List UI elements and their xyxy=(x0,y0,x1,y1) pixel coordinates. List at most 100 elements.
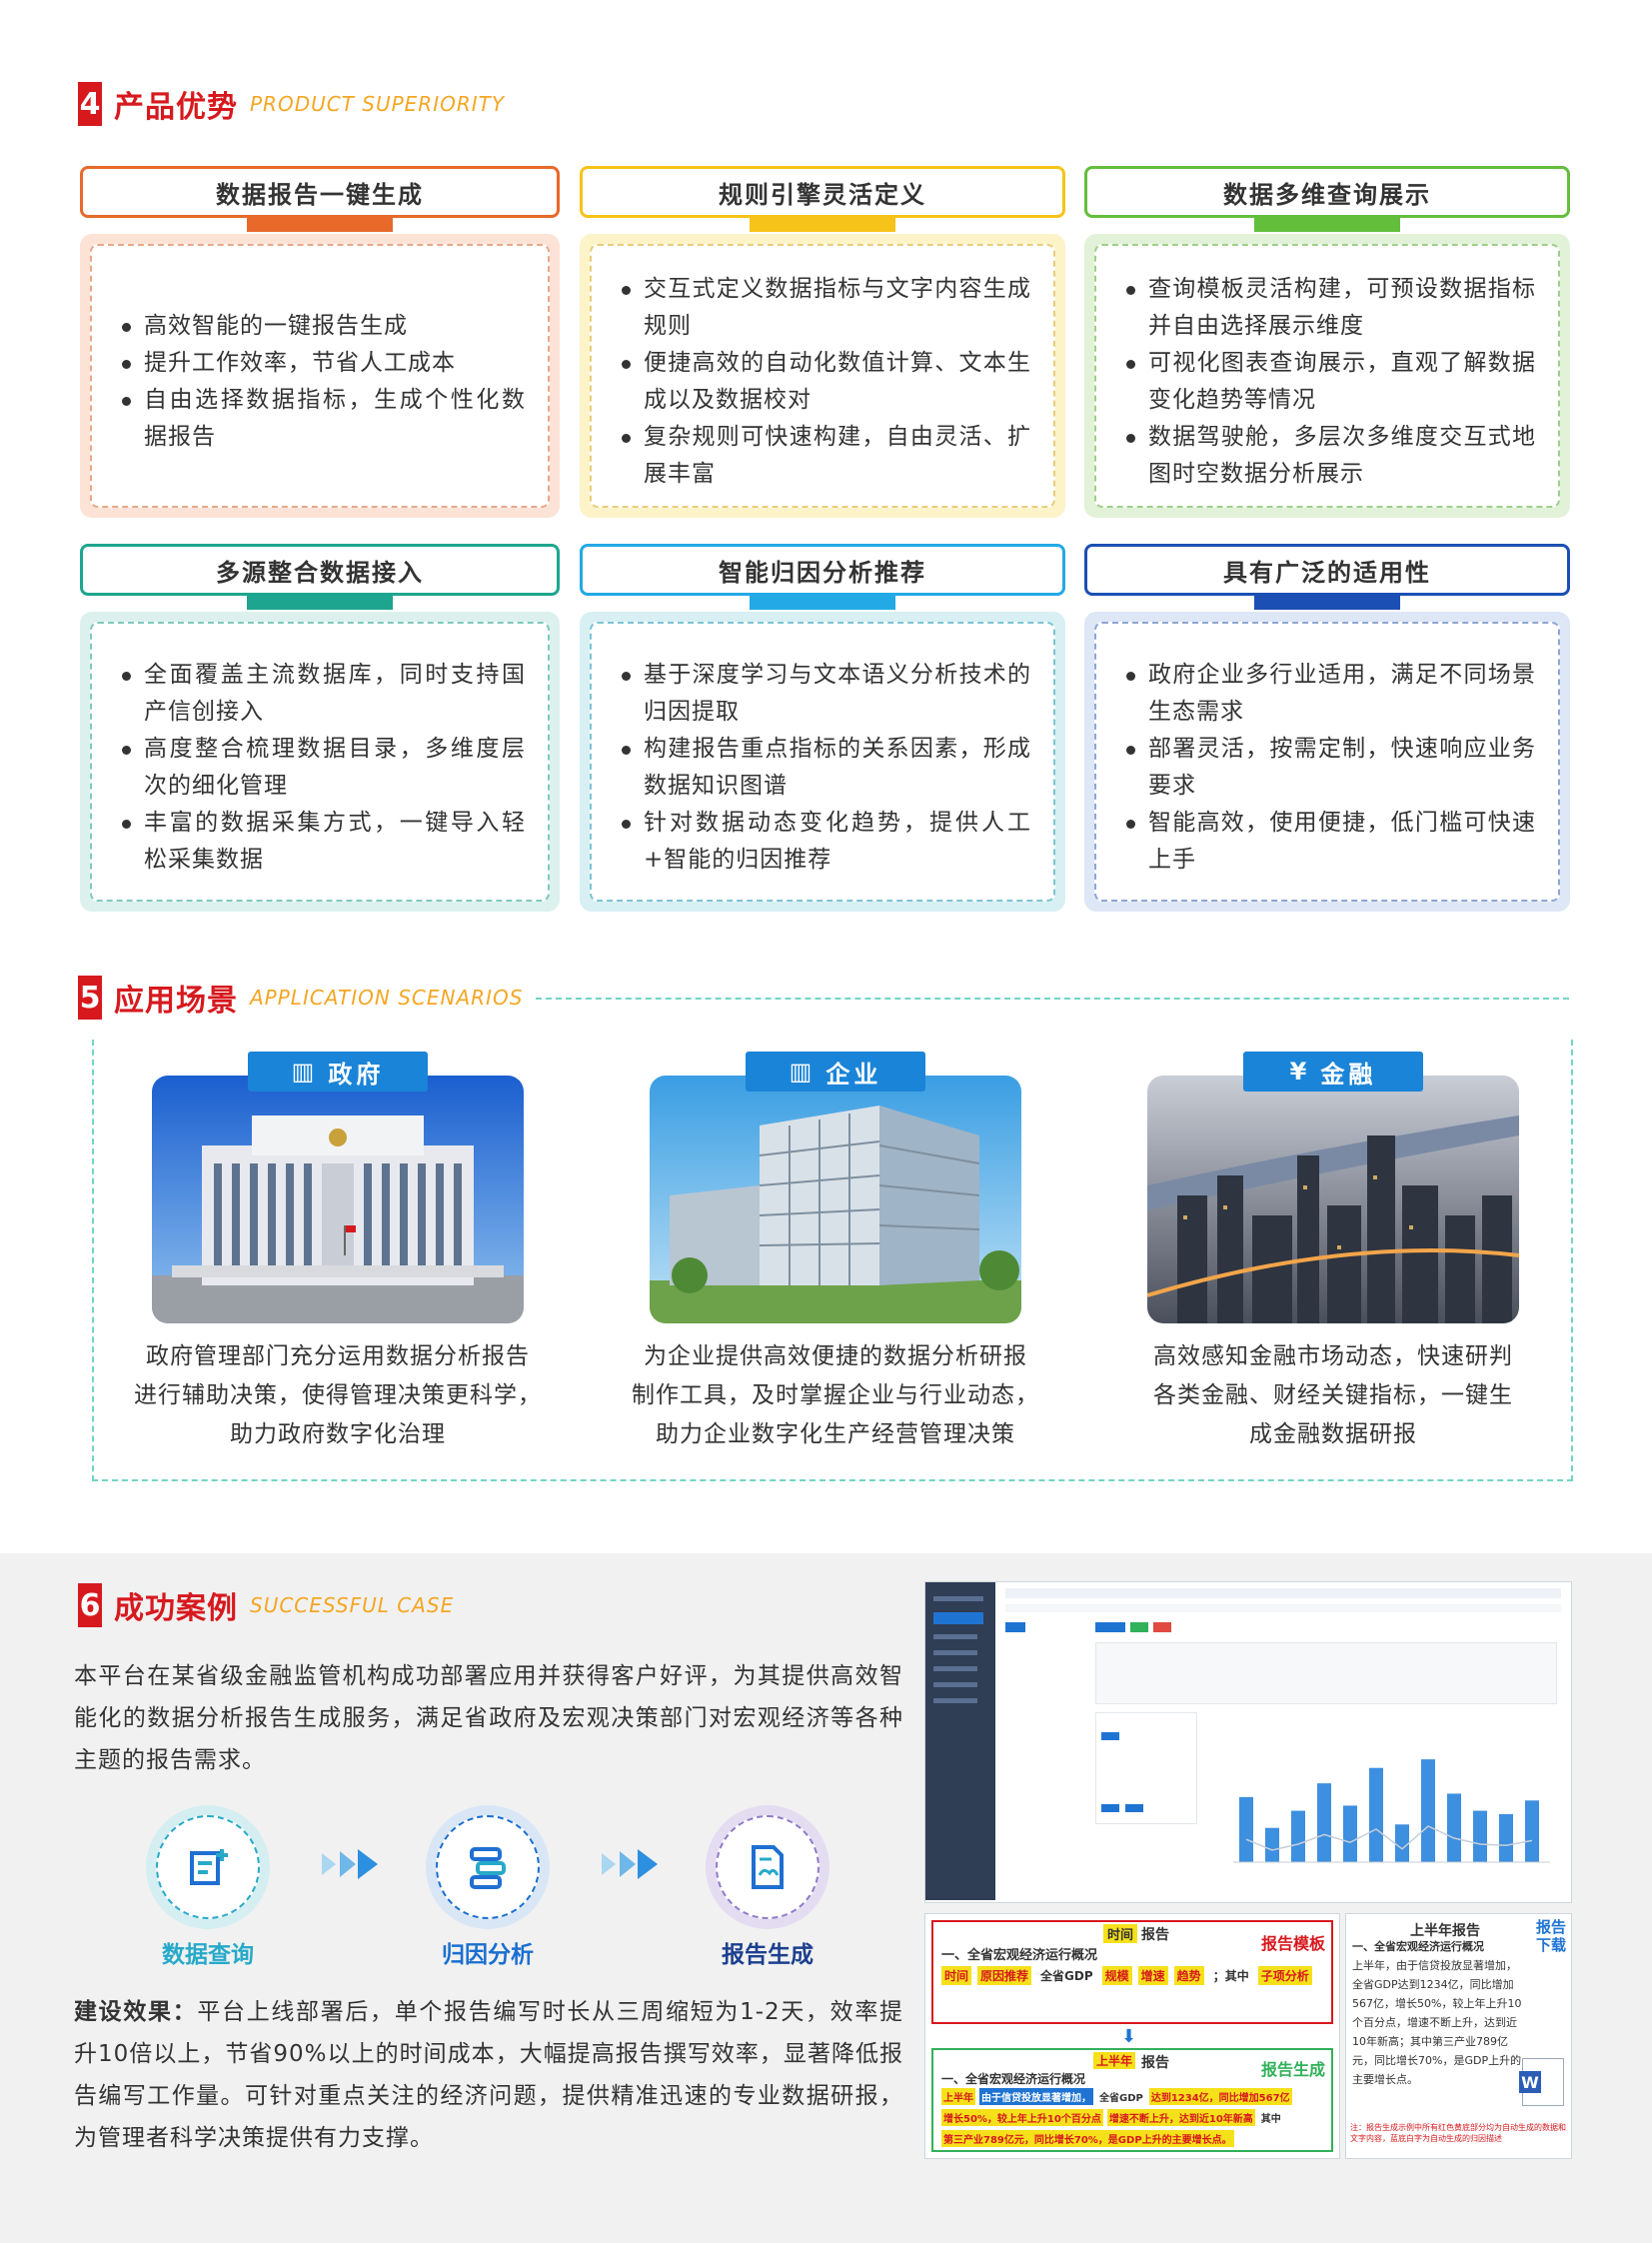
template-tag: 原因推荐 xyxy=(977,1966,1032,1985)
feature-item: 智能高效，使用便捷，低门槛可快速上手 xyxy=(1126,805,1536,879)
flow-step-label: 数据查询 xyxy=(162,1942,254,1968)
flow-step-label: 报告生成 xyxy=(722,1942,814,1968)
chart-bar xyxy=(1239,1796,1253,1862)
flow-step-label: 归因分析 xyxy=(442,1942,534,1968)
generated-heading: 一、全省宏观经济运行概况 xyxy=(941,2072,1086,2086)
finance-yen-icon: ¥ xyxy=(1289,1058,1311,1086)
generated-line: 增速不断上升，达到近10年新高 xyxy=(1106,2109,1255,2126)
scenario-tag-label: 企业 xyxy=(826,1060,882,1089)
feature-accent-bar xyxy=(1254,218,1400,232)
flow-arrow-icon xyxy=(322,1849,378,1879)
feature-item: 针对数据动态变化趋势，提供人工+智能的归因推荐 xyxy=(622,805,1031,879)
word-document-icon[interactable]: W xyxy=(1519,2058,1564,2106)
enterprise-building-image xyxy=(650,1076,1021,1323)
feature-accent-bar xyxy=(750,596,895,610)
template-tag: 趋势 xyxy=(1173,1966,1204,1985)
feature-item: 基于深度学习与文本语义分析技术的归因提取 xyxy=(622,657,1031,731)
section-number: 5 xyxy=(78,976,102,1020)
feature-item: 可视化图表查询展示，直观了解数据变化趋势等情况 xyxy=(1126,345,1536,419)
section-subtitle: PRODUCT SUPERIORITY xyxy=(250,92,506,116)
feature-item: 部署灵活，按需定制，快速响应业务要求 xyxy=(1126,731,1536,805)
chart-bar xyxy=(1395,1824,1409,1862)
download-heading: 一、全省宏观经济运行概况 xyxy=(1352,1940,1484,1953)
section-title: 产品优势 xyxy=(114,90,238,125)
download-label[interactable]: 报告下载 xyxy=(1536,1918,1566,1954)
template-time-tag: 时间 xyxy=(1103,1924,1138,1943)
generated-badge: 报告生成 xyxy=(1260,2060,1325,2079)
section-title: 成功案例 xyxy=(114,1591,238,1626)
flow-step xyxy=(706,1805,829,1929)
template-tag: 增速 xyxy=(1137,1966,1168,1985)
feature-title: 数据报告一键生成 xyxy=(80,166,560,218)
section-5-header: 5 应用场景 APPLICATION SCENARIOS xyxy=(78,976,523,1020)
screenshot-sidebar xyxy=(925,1582,995,1900)
chart-bar xyxy=(1525,1800,1539,1862)
feature-accent-bar xyxy=(247,218,393,232)
template-heading: 一、全省宏观经济运行概况 xyxy=(941,1948,1098,1963)
feature-item: 丰富的数据采集方式，一键导入轻松采集数据 xyxy=(122,805,526,879)
scenario-tag-enterprise: ▥ 企业 xyxy=(746,1052,925,1092)
report-generated-box: 上半年 报告 报告生成 一、全省宏观经济运行概况 上半年 由于信贷投放显著增加，… xyxy=(931,2048,1333,2152)
section-subtitle: SUCCESSFUL CASE xyxy=(250,1593,455,1617)
download-note: 注：报告生成示例中所有红色黄底部分均为自动生成的数据和文字内容，蓝底白字为自动生… xyxy=(1350,2123,1566,2143)
scenario-text-line: 高效感知金融市场动态，快速研判 xyxy=(1153,1343,1513,1369)
generated-line: 增长50%，较上年上升10个百分点 xyxy=(941,2109,1103,2126)
feature-title: 规则引擎灵活定义 xyxy=(580,166,1065,218)
section-subtitle: APPLICATION SCENARIOS xyxy=(250,986,524,1010)
template-tag: 全省GDP xyxy=(1040,1969,1093,1983)
chart-bar xyxy=(1421,1759,1435,1862)
section-4-header: 4 产品优势 PRODUCT SUPERIORITY xyxy=(78,82,505,126)
section-number: 4 xyxy=(78,82,102,126)
chart-bar xyxy=(1369,1767,1383,1862)
scenario-tag-government: ▥ 政府 xyxy=(248,1052,428,1092)
generated-line: 其中 xyxy=(1260,2114,1281,2125)
template-badge: 报告模板 xyxy=(1260,1934,1325,1953)
generated-lines: 上半年 由于信贷投放显著增加， 全省GDP 达到1234亿，同比增加567亿 增… xyxy=(941,2088,1325,2147)
scenario-description: 高效感知金融市场动态，快速研判 各类金融、财经关键指标，一键生 成金融数据研报 xyxy=(1113,1337,1553,1454)
scenario-text-line: 助力政府数字化治理 xyxy=(230,1421,446,1447)
feature-title: 智能归因分析推荐 xyxy=(580,544,1065,596)
platform-screenshot xyxy=(924,1581,1572,1903)
enterprise-building-icon: ▥ xyxy=(789,1058,817,1086)
feature-card: 基于深度学习与文本语义分析技术的归因提取 构建报告重点指标的关系因素，形成数据知… xyxy=(580,612,1065,912)
scenario-tag-label: 金融 xyxy=(1320,1060,1377,1089)
feature-card: 政府企业多行业适用，满足不同场景生态需求 部署灵活，按需定制，快速响应业务要求 … xyxy=(1084,612,1570,912)
report-download-panel: 上半年报告 报告下载 一、全省宏观经济运行概况 上半年，由于信贷投放显著增加，全… xyxy=(1345,1913,1572,2159)
feature-title: 多源整合数据接入 xyxy=(80,544,560,596)
case-intro: 本平台在某省级金融监管机构成功部署应用并获得客户好评，为其提供高效智能化的数据分… xyxy=(74,1663,903,1773)
scenario-tag-finance: ¥ 金融 xyxy=(1243,1052,1423,1092)
feature-item: 查询模板灵活构建，可预设数据指标并自由选择展示维度 xyxy=(1126,271,1536,345)
report-conversion-panel: 时间 报告 报告模板 一、全省宏观经济运行概况 时间 原因推荐 全省GDP 规模… xyxy=(924,1913,1340,2159)
feature-item: 政府企业多行业适用，满足不同场景生态需求 xyxy=(1126,657,1536,731)
chart-bar xyxy=(1447,1793,1461,1862)
report-generation-icon xyxy=(752,1845,784,1889)
generated-time-tag: 上半年 xyxy=(1093,2052,1136,2069)
generated-line: 上半年 xyxy=(941,2088,975,2105)
feature-accent-bar xyxy=(1254,596,1400,610)
scenario-text-line: 助力企业数字化生产经营管理决策 xyxy=(656,1421,1015,1447)
chart-bar xyxy=(1473,1810,1487,1862)
feature-card: 查询模板灵活构建，可预设数据指标并自由选择展示维度 可视化图表查询展示，直观了解… xyxy=(1084,234,1570,518)
case-effect: 建设效果：平台上线部署后，单个报告编写时长从三周缩短为1-2天，效率提升10倍以… xyxy=(74,1991,903,2159)
download-title: 上半年报告 xyxy=(1410,1923,1480,1939)
scenario-tag-label: 政府 xyxy=(328,1060,385,1089)
feature-item: 自由选择数据指标，生成个性化数据报告 xyxy=(122,382,526,456)
arrow-down-icon: ⬇ xyxy=(1121,2026,1137,2047)
scenario-description: 政府管理部门充分运用数据分析报告 进行辅助决策，使得管理决策更科学， 助力政府数… xyxy=(118,1337,558,1454)
feature-title: 数据多维查询展示 xyxy=(1084,166,1570,218)
government-building-image xyxy=(152,1076,524,1323)
data-query-icon xyxy=(190,1849,228,1885)
report-template-box: 时间 报告 报告模板 一、全省宏观经济运行概况 时间 原因推荐 全省GDP 规模… xyxy=(931,1920,1333,2024)
finance-city-image xyxy=(1147,1076,1519,1323)
section-title: 应用场景 xyxy=(114,984,238,1019)
feature-item: 复杂规则可快速构建，自由灵活、扩展丰富 xyxy=(622,419,1031,493)
divider xyxy=(536,998,1569,1000)
generated-report-word: 报告 xyxy=(1141,2055,1169,2071)
feature-item: 数据驾驶舱，多层次多维度交互式地图时空数据分析展示 xyxy=(1126,419,1536,493)
feature-item: 提升工作效率，节省人工成本 xyxy=(122,345,526,382)
template-tags: 时间 原因推荐 全省GDP 规模 增速 趋势 ；其中 子项分析 xyxy=(941,1966,1323,1985)
generated-line: 达到1234亿，同比增加567亿 xyxy=(1148,2088,1292,2105)
chart-bar xyxy=(1343,1805,1357,1862)
government-building-icon: ▥ xyxy=(291,1058,319,1086)
flow-step xyxy=(146,1805,270,1929)
